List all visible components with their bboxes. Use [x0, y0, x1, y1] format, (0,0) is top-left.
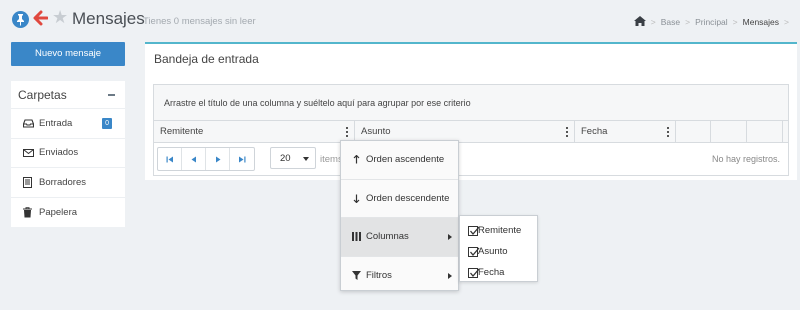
breadcrumb-separator: > [685, 17, 691, 27]
column-option-label: Remitente [478, 225, 522, 236]
menu-item-filters[interactable]: Filtros [341, 257, 458, 295]
checkbox-checked-icon[interactable] [468, 246, 480, 257]
breadcrumb-item[interactable]: Base [661, 17, 680, 27]
trash-icon [23, 207, 34, 218]
folder-label: Borradores [39, 176, 86, 188]
menu-item-label: Filtros [366, 269, 392, 281]
home-icon[interactable] [633, 16, 646, 28]
new-message-button[interactable]: Nuevo mensaje [11, 42, 125, 66]
folder-item-sent[interactable]: Enviados [11, 139, 125, 168]
folder-label: Papelera [39, 206, 78, 218]
menu-item-label: Columnas [366, 231, 409, 243]
group-drop-area[interactable]: Arrastre el título de una columna y suél… [154, 85, 788, 121]
grid-pager: 20 items No hay registros. [154, 143, 788, 175]
panel-title: Bandeja de entrada [154, 52, 259, 66]
columns-submenu: Remitente Asunto Fecha [459, 215, 538, 282]
menu-item-columns[interactable]: Columnas [341, 218, 458, 256]
column-title: Fecha [581, 126, 608, 137]
page-subtitle: Tienes 0 mensajes sin leer [143, 16, 256, 27]
folder-label: Enviados [39, 147, 79, 159]
column-menu-icon[interactable] [667, 127, 669, 137]
page-size-value: 20 [280, 153, 291, 164]
column-option-label: Fecha [478, 267, 505, 278]
grid-header: Remitente Asunto Fecha [154, 121, 788, 143]
column-header-empty [747, 121, 783, 142]
submenu-arrow-icon [448, 272, 452, 279]
menu-item-label: Orden descendente [366, 192, 450, 204]
checkbox-checked-icon[interactable] [468, 225, 480, 236]
menu-item-sort-descending[interactable]: Orden descendente [341, 180, 458, 218]
envelope-icon [23, 148, 34, 157]
unread-count-badge: 0 [102, 118, 112, 129]
menu-item-sort-ascending[interactable]: Orden ascendente [341, 141, 458, 179]
breadcrumb: > Base > Principal > Mensajes > [633, 16, 794, 28]
page-title: Mensajes [72, 9, 145, 28]
breadcrumb-item[interactable]: Principal [695, 17, 728, 27]
filter-icon [351, 270, 362, 280]
folder-item-inbox[interactable]: Entrada 0 [11, 109, 125, 139]
columns-icon [351, 232, 362, 242]
first-page-icon[interactable] [158, 148, 182, 170]
column-header-sender[interactable]: Remitente [154, 121, 355, 142]
next-page-icon[interactable] [206, 148, 230, 170]
document-icon [23, 176, 34, 188]
breadcrumb-separator: > [732, 17, 738, 27]
folders-title: Carpetas [18, 88, 67, 102]
column-header-empty [676, 121, 711, 142]
page-header: ★ Mensajes Tienes 0 mensajes sin leer > … [0, 0, 800, 40]
folder-label: Entrada [39, 117, 73, 129]
arrow-up-icon [351, 155, 362, 164]
column-title: Asunto [361, 126, 391, 137]
column-menu-icon[interactable] [346, 127, 348, 137]
pager-buttons [157, 147, 255, 171]
checkbox-checked-icon[interactable] [468, 267, 480, 278]
arrow-down-icon [351, 194, 362, 203]
inbox-panel: Bandeja de entrada Arrastre el título de… [145, 42, 797, 180]
column-header-date[interactable]: Fecha [575, 121, 676, 142]
no-records-label: No hay registros. [711, 154, 780, 164]
pin-icon[interactable] [12, 11, 29, 28]
messages-grid: Arrastre el título de una columna y suél… [153, 84, 789, 176]
column-option-label: Asunto [478, 246, 508, 257]
column-option-date[interactable]: Fecha [460, 262, 537, 283]
column-header-subject[interactable]: Asunto [355, 121, 575, 142]
collapse-icon[interactable] [108, 94, 115, 96]
breadcrumb-separator: > [784, 17, 789, 27]
chevron-down-icon [303, 157, 309, 161]
breadcrumb-separator: > [650, 17, 656, 27]
column-menu: Orden ascendente Orden descendente Colum… [340, 140, 459, 291]
column-option-sender[interactable]: Remitente [460, 220, 537, 241]
column-option-subject[interactable]: Asunto [460, 241, 537, 262]
folder-item-drafts[interactable]: Borradores [11, 168, 125, 198]
folders-header: Carpetas [11, 81, 125, 109]
back-arrow-icon[interactable] [33, 10, 49, 29]
folder-item-trash[interactable]: Papelera [11, 198, 125, 228]
page-size-select[interactable]: 20 [270, 147, 316, 169]
folders-panel: Carpetas Entrada 0 Enviados Borradores P… [11, 81, 125, 227]
submenu-arrow-icon [448, 234, 452, 240]
last-page-icon[interactable] [230, 148, 254, 170]
favorite-star-icon[interactable]: ★ [52, 9, 68, 27]
breadcrumb-current: Mensajes [742, 17, 780, 27]
column-title: Remitente [160, 126, 204, 137]
column-menu-icon[interactable] [566, 127, 568, 137]
previous-page-icon[interactable] [182, 148, 206, 170]
inbox-icon [23, 119, 34, 128]
column-header-empty [711, 121, 747, 142]
menu-item-label: Orden ascendente [366, 154, 445, 166]
